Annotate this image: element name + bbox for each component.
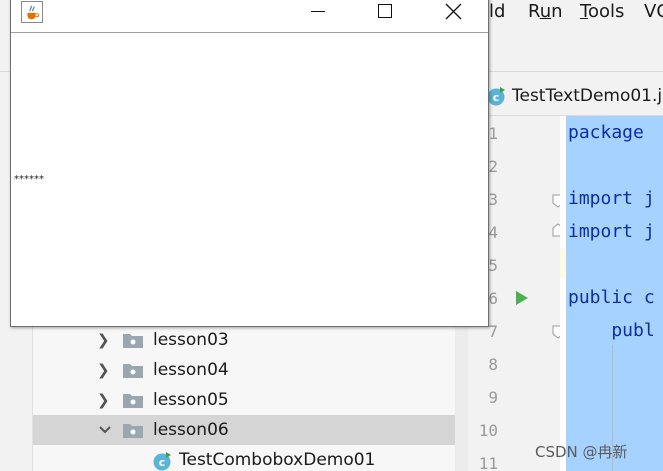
- line-number: 11: [478, 454, 498, 471]
- code-line: package: [568, 122, 644, 143]
- java-class-icon: c: [487, 87, 505, 106]
- java-class-icon: c: [153, 452, 171, 471]
- tree-item-lesson06[interactable]: lesson06: [33, 415, 455, 445]
- code-line: import j: [568, 221, 655, 242]
- code-line: public c: [568, 287, 655, 308]
- tree-item-lesson03[interactable]: ❯ lesson03: [33, 325, 455, 355]
- tree-item-label: lesson06: [153, 420, 229, 440]
- tree-item-label: lesson05: [153, 390, 229, 410]
- chevron-down-icon[interactable]: [97, 421, 113, 439]
- tab-testtextdemo01[interactable]: c TestTextDemo01.j: [468, 80, 662, 116]
- watermark: CSDN @冉新: [535, 443, 628, 461]
- tree-item-label: lesson03: [153, 330, 229, 350]
- line-number: 8: [488, 355, 498, 374]
- chevron-right-icon[interactable]: ❯: [97, 361, 113, 379]
- java-frame-window[interactable]: ******: [10, 0, 489, 327]
- folder-icon: [123, 394, 143, 408]
- menu-tools[interactable]: Tools: [580, 0, 624, 24]
- window-content: ******: [12, 34, 487, 321]
- java-cup-icon: [21, 1, 43, 23]
- code-line: import j: [568, 188, 655, 209]
- maximize-button[interactable]: [363, 0, 408, 27]
- menu-vcs[interactable]: VC: [644, 0, 663, 24]
- menu-run[interactable]: Run: [528, 0, 563, 24]
- tree-item-testcomboboxdemo01[interactable]: c TestComboboxDemo01: [33, 445, 455, 471]
- tree-item-label: TestComboboxDemo01: [179, 450, 376, 470]
- line-number: 10: [478, 421, 498, 440]
- tab-label: TestTextDemo01.j: [512, 86, 663, 106]
- tree-item-lesson04[interactable]: ❯ lesson04: [33, 355, 455, 385]
- run-gutter-icon[interactable]: [516, 291, 528, 305]
- folder-icon: [123, 424, 143, 438]
- close-button[interactable]: [431, 0, 476, 27]
- line-number: 9: [488, 388, 498, 407]
- chevron-right-icon[interactable]: ❯: [97, 391, 113, 409]
- tree-item-lesson05[interactable]: ❯ lesson05: [33, 385, 455, 415]
- folder-icon: [123, 364, 143, 378]
- tree-item-label: lesson04: [153, 360, 229, 380]
- folder-icon: [123, 334, 143, 348]
- chevron-right-icon[interactable]: ❯: [97, 331, 113, 349]
- close-icon: [445, 3, 462, 20]
- minimize-button[interactable]: [295, 0, 340, 27]
- svg-text:c: c: [159, 456, 166, 469]
- code-line: publ: [568, 320, 655, 341]
- password-field[interactable]: ******: [14, 174, 44, 185]
- window-titlebar[interactable]: [11, 0, 488, 33]
- svg-text:c: c: [493, 91, 500, 104]
- editor-tabbar: c TestTextDemo01.j: [468, 80, 663, 116]
- maximize-icon: [378, 4, 392, 18]
- minimize-icon: [311, 11, 325, 12]
